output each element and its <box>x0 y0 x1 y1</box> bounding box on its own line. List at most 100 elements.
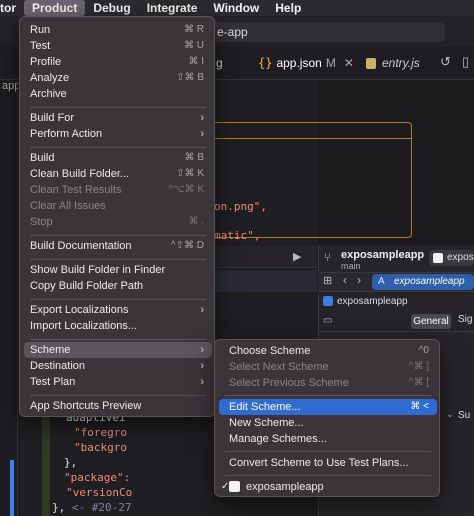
json-file-icon: {} <box>258 56 273 70</box>
submenu-item-convert-scheme[interactable]: Convert Scheme to Use Test Plans... <box>219 455 437 471</box>
menu-item-export-localizations[interactable]: Export Localizations › <box>24 302 212 318</box>
grid-icon[interactable]: ⊞ <box>323 274 332 287</box>
submenu-item-new-scheme[interactable]: New Scheme... <box>219 415 437 431</box>
navigator-gutter <box>0 80 18 516</box>
tab-entry-js-label: entry.js <box>382 56 420 70</box>
code-line: on.png", <box>214 200 267 213</box>
menu-item-app-shortcuts-preview[interactable]: App Shortcuts Preview <box>24 398 212 414</box>
chevron-right-icon: › <box>200 128 204 140</box>
change-indicator <box>10 460 14 516</box>
menu-separator <box>225 475 431 476</box>
scheme-app-icon <box>229 480 240 492</box>
fold-hint[interactable]: <- #20-27 <box>72 501 132 514</box>
menu-item-stop: Stop ⌘ . <box>30 216 204 228</box>
section-fragment: Su <box>458 410 471 421</box>
menu-separator <box>225 451 431 452</box>
product-menu: Run ⌘ R Test ⌘ U Profile ⌘ I Analyze ⇧⌘ B Ar… <box>19 16 215 417</box>
scheme-chip[interactable]: exposa <box>429 250 474 266</box>
code-line: "package": <box>64 471 131 484</box>
menu-separator <box>30 107 206 108</box>
menu-item-archive[interactable]: Archive <box>24 86 212 102</box>
tab-app-json-label: app.json <box>276 56 322 70</box>
code-line: "versionCo <box>66 486 133 499</box>
menu-separator <box>30 339 206 340</box>
code-line: "backgro <box>74 441 127 454</box>
scheme-submenu: Choose Scheme ^0 Select Next Scheme ^⌘ ] S… <box>214 339 440 497</box>
menu-separator <box>30 299 206 300</box>
menu-item-build-for[interactable]: Build For › <box>24 110 212 126</box>
close-icon[interactable]: ✕ <box>344 56 354 70</box>
project-name[interactable]: exposampleapp <box>337 296 408 307</box>
menu-separator <box>30 395 206 396</box>
disclosure-icon[interactable]: ⌄ <box>446 409 454 420</box>
code-line: }, <box>64 456 78 469</box>
target-breadcrumb[interactable]: exposampleapp <box>372 274 474 290</box>
chevron-right-icon: › <box>200 344 204 356</box>
menu-item-copy-build-folder-path[interactable]: Copy Build Folder Path <box>24 278 212 294</box>
menu-item-destination[interactable]: Destination › <box>24 358 212 374</box>
menu-item-clean-test-results: Clean Test Results ^⌥⌘ K <box>30 184 204 196</box>
chevron-right-icon: › <box>200 112 204 124</box>
menu-product[interactable]: Product <box>24 0 86 16</box>
branch-icon: ⑂ <box>324 250 332 264</box>
menu-item-build[interactable]: Build ⌘ B <box>24 150 212 166</box>
project-icon <box>323 296 333 306</box>
submenu-item-edit-scheme[interactable]: Edit Scheme... ⌘ < <box>219 399 437 415</box>
menu-separator <box>30 259 206 260</box>
tab-app-json[interactable]: {} app.json M ✕ <box>258 52 354 74</box>
menu-item-import-localizations[interactable]: Import Localizations... <box>24 318 212 334</box>
back-icon[interactable]: ‹ <box>343 273 347 287</box>
tab-partial[interactable]: g <box>216 52 223 74</box>
submenu-item-select-previous-scheme: Select Previous Scheme ^⌘ [ <box>229 377 429 389</box>
menu-item-analyze[interactable]: Analyze ⇧⌘ B <box>24 70 212 86</box>
scheme-selector-label: e-app <box>217 25 248 39</box>
menu-item-clear-all-issues: Clear All Issues <box>30 200 106 212</box>
menu-bar: tor Product Debug Integrate Window Help <box>0 0 474 16</box>
menu-window[interactable]: Window <box>205 0 267 16</box>
code-line: matic", <box>214 229 261 242</box>
submenu-item-select-next-scheme: Select Next Scheme ^⌘ ] <box>229 361 429 373</box>
menu-separator <box>30 235 206 236</box>
tab-entry-js[interactable]: entry.js <box>366 52 420 74</box>
submenu-item-choose-scheme[interactable]: Choose Scheme ^0 <box>219 343 437 359</box>
menu-separator <box>30 147 206 148</box>
sidebar-toggle-icon[interactable]: ▭ <box>323 315 332 326</box>
menu-item-test[interactable]: Test ⌘ U <box>24 38 212 54</box>
tab-general[interactable]: General <box>411 314 451 329</box>
play-icon[interactable]: ▶ <box>293 250 301 263</box>
forward-icon[interactable]: › <box>357 273 361 287</box>
branch-name: main <box>341 261 361 271</box>
js-file-icon <box>366 58 376 70</box>
menu-item-build-documentation[interactable]: Build Documentation ^⇧⌘ D <box>24 238 212 254</box>
debug-bar <box>215 246 317 268</box>
tab-partial-label: g <box>216 56 223 70</box>
code-fold-frame <box>215 122 412 238</box>
modified-badge: M <box>325 56 336 70</box>
menu-item-perform-action[interactable]: Perform Action › <box>24 126 212 142</box>
menu-item-show-build-folder[interactable]: Show Build Folder in Finder <box>24 262 212 278</box>
split-editor-icon[interactable]: ▯ <box>462 54 469 70</box>
debug-row <box>215 270 317 292</box>
history-icon[interactable]: ↺ <box>440 54 451 70</box>
menu-item-test-plan[interactable]: Test Plan › <box>24 374 212 390</box>
tab-signing[interactable]: Sig <box>458 314 472 325</box>
menu-debug[interactable]: Debug <box>85 0 138 16</box>
chevron-right-icon: › <box>200 360 204 372</box>
menu-item-clean-build-folder[interactable]: Clean Build Folder... ⇧⌘ K <box>24 166 212 182</box>
checkmark-icon: ✓ <box>221 481 230 492</box>
submenu-item-manage-schemes[interactable]: Manage Schemes... <box>219 431 437 447</box>
menu-editor[interactable]: tor <box>0 0 24 16</box>
menu-integrate[interactable]: Integrate <box>139 0 206 16</box>
scheme-selector[interactable]: e-app <box>205 22 445 42</box>
chevron-right-icon: › <box>200 304 204 316</box>
submenu-item-current-scheme[interactable]: ✓ exposampleapp <box>219 479 437 495</box>
menu-item-scheme[interactable]: Scheme › <box>24 342 212 358</box>
chevron-right-icon: › <box>200 376 204 388</box>
menu-help[interactable]: Help <box>267 0 309 16</box>
menu-item-profile[interactable]: Profile ⌘ I <box>24 54 212 70</box>
code-line: "foregro <box>74 426 127 439</box>
code-line: }, <- #20-27 <box>52 501 132 514</box>
menu-item-run[interactable]: Run ⌘ R <box>24 22 212 38</box>
project-title: exposampleapp <box>341 249 425 261</box>
menu-separator <box>225 395 431 396</box>
